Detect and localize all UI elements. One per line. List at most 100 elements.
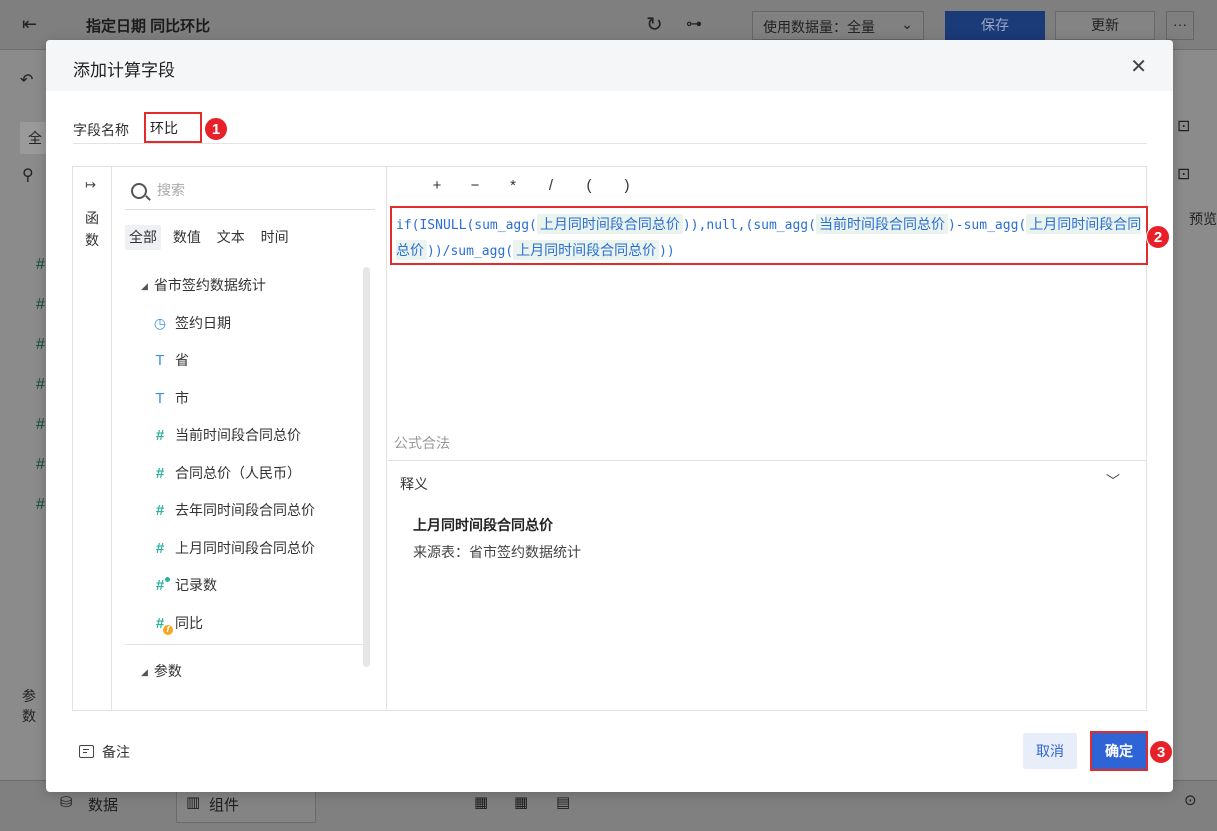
- formula-field-chip[interactable]: 上月同时间段合同总价: [536, 214, 683, 234]
- tab-all[interactable]: 全部: [125, 225, 161, 250]
- chevron-down-icon[interactable]: ﹀: [1106, 471, 1120, 491]
- formula-field-chip[interactable]: 上月同时间段合同总价: [513, 240, 660, 260]
- op-multiply[interactable]: *: [494, 177, 532, 194]
- refresh-icon[interactable]: ↻: [646, 12, 663, 37]
- bg-params-label: 参数: [22, 688, 36, 724]
- field-label: 去年同时间段合同总价: [175, 502, 315, 518]
- formula-panel: + − * /() if(ISNULL(sum_agg(上月同时间段合同总价)),nu…: [388, 167, 1148, 710]
- field-label: 记录数: [175, 577, 217, 593]
- bg-field-icon: #: [36, 496, 45, 513]
- left-tab: 全: [20, 122, 46, 154]
- field-list-scrollbar[interactable]: [363, 267, 370, 667]
- chevron-down-icon: ⌄: [901, 16, 913, 32]
- bg-field-icon: #: [36, 456, 45, 473]
- field-item-current-total[interactable]: # 当前时间段合同总价: [151, 425, 301, 447]
- formula-code: )),null,(sum_agg(: [682, 218, 816, 233]
- undo-icon: ↶: [20, 72, 34, 89]
- save-button[interactable]: 保存: [945, 11, 1045, 40]
- explanation-field-name: 上月同时间段合同总价: [413, 517, 553, 533]
- formula-input[interactable]: if(ISNULL(sum_agg(上月同时间段合同总价)),null,(sum…: [390, 206, 1148, 265]
- layout-icon: ⊡: [1177, 166, 1191, 183]
- calculated-field-icon: #: [151, 615, 173, 635]
- bg-field-icon: #: [36, 256, 45, 273]
- text-type-icon: T: [155, 352, 165, 369]
- bg-field-icon: #: [36, 416, 45, 433]
- field-item-last-month-total[interactable]: # 上月同时间段合同总价: [151, 538, 315, 560]
- close-icon[interactable]: ✕: [1130, 54, 1147, 79]
- functions-label[interactable]: 函数: [83, 207, 101, 251]
- field-list-panel: 全部 数值 文本 时间 ◢省市签约数据统计 ◷签约日期 T省 T市 #当前时间段…: [113, 167, 387, 710]
- op-minus[interactable]: −: [456, 177, 494, 194]
- field-search: [125, 178, 375, 210]
- op-divide[interactable]: /: [532, 177, 570, 194]
- collapse-up-icon[interactable]: ⊙: [1184, 791, 1197, 809]
- field-label: 合同总价（人民币）: [175, 465, 301, 481]
- tab-number[interactable]: 数值: [169, 225, 205, 250]
- bg-field-icon: #: [36, 296, 45, 313]
- field-item-yoy[interactable]: #同比: [151, 613, 203, 635]
- formula-code: )-sum_agg(: [947, 218, 1027, 233]
- field-item-city[interactable]: T市: [151, 388, 189, 410]
- cancel-button[interactable]: 取消: [1023, 733, 1077, 769]
- op-plus[interactable]: +: [418, 177, 456, 194]
- note-button[interactable]: 备注: [79, 742, 130, 762]
- tab-time[interactable]: 时间: [257, 225, 293, 250]
- field-label: 市: [175, 390, 189, 406]
- formula-code: )): [659, 244, 675, 259]
- formula-status: 公式合法: [394, 435, 450, 451]
- more-button[interactable]: ···: [1166, 11, 1194, 40]
- formula-code: ))/sum_agg(: [427, 244, 514, 259]
- data-volume-select[interactable]: 使用数据量：全量 ⌄: [752, 11, 924, 40]
- op-left-paren[interactable]: (: [570, 177, 608, 194]
- number-type-icon: #: [155, 540, 165, 557]
- field-label: 同比: [175, 615, 203, 631]
- field-name-input[interactable]: [144, 112, 202, 143]
- search-input[interactable]: [157, 182, 357, 198]
- confirm-button[interactable]: 确定: [1090, 731, 1148, 771]
- function-rail: ↦ 函数: [73, 167, 112, 710]
- field-item-last-year-total[interactable]: # 去年同时间段合同总价: [151, 500, 315, 522]
- formula-code: if(ISNULL(sum_agg(: [396, 218, 537, 233]
- annotation-badge-2: 2: [1146, 225, 1170, 249]
- formula-editor: ↦ 函数 全部 数值 文本 时间 ◢省市签约数据统计 ◷签约日期 T省: [72, 166, 1148, 711]
- field-item-province[interactable]: T省: [151, 350, 189, 372]
- add-chart-icon[interactable]: ▦: [474, 793, 488, 811]
- annotation-badge-3: 3: [1149, 740, 1173, 764]
- add-table-icon[interactable]: ▦: [514, 793, 528, 811]
- add-list-icon[interactable]: ▤: [556, 793, 570, 811]
- explanation-source: 来源表：省市签约数据统计: [413, 544, 581, 560]
- bottom-component-label: 组件: [209, 797, 240, 814]
- triangle-down-icon: ◢: [141, 281, 148, 291]
- chart-icon: ▥: [186, 794, 201, 811]
- field-name-row: 字段名称: [73, 112, 1147, 144]
- number-type-icon: #: [155, 502, 165, 519]
- expand-functions-icon[interactable]: ↦: [85, 177, 96, 193]
- layout-icon: ⊡: [1177, 118, 1191, 135]
- flow-icon[interactable]: ⊶: [686, 14, 702, 34]
- field-label: 省: [175, 352, 189, 368]
- field-type-tabs: 全部 数值 文本 时间: [125, 225, 297, 251]
- tab-text[interactable]: 文本: [213, 225, 249, 250]
- explanation-title: 释义: [400, 476, 428, 492]
- back-icon[interactable]: ⇤: [22, 14, 37, 35]
- update-button[interactable]: 更新: [1055, 11, 1155, 40]
- dataset-node[interactable]: ◢ 省市签约数据统计: [141, 275, 266, 295]
- params-node[interactable]: ◢ 参数: [141, 661, 182, 681]
- number-type-icon: #: [155, 465, 165, 482]
- field-name-label: 字段名称: [73, 122, 129, 138]
- preview-label: 预览: [1189, 211, 1217, 227]
- formula-field-chip[interactable]: 当前时间段合同总价: [815, 214, 948, 234]
- report-title: 指定日期 同比环比: [86, 18, 211, 35]
- dialog-title: 添加计算字段: [73, 61, 175, 80]
- field-item-record-count[interactable]: # 记录数: [151, 575, 217, 597]
- op-right-paren[interactable]: ): [608, 177, 646, 194]
- field-item-contract-total-rmb[interactable]: # 合同总价（人民币）: [151, 463, 301, 485]
- bottom-data-tab[interactable]: 数据: [88, 794, 118, 815]
- clock-icon: ◷: [153, 315, 167, 331]
- search-icon: [131, 183, 147, 199]
- field-item-sign-date[interactable]: ◷ 签约日期: [151, 313, 231, 335]
- data-volume-label: 使用数据量：全量: [763, 19, 875, 35]
- text-type-icon: T: [155, 390, 165, 407]
- bg-field-icon: #: [36, 376, 45, 393]
- dialog-header: 添加计算字段 ✕: [46, 40, 1173, 91]
